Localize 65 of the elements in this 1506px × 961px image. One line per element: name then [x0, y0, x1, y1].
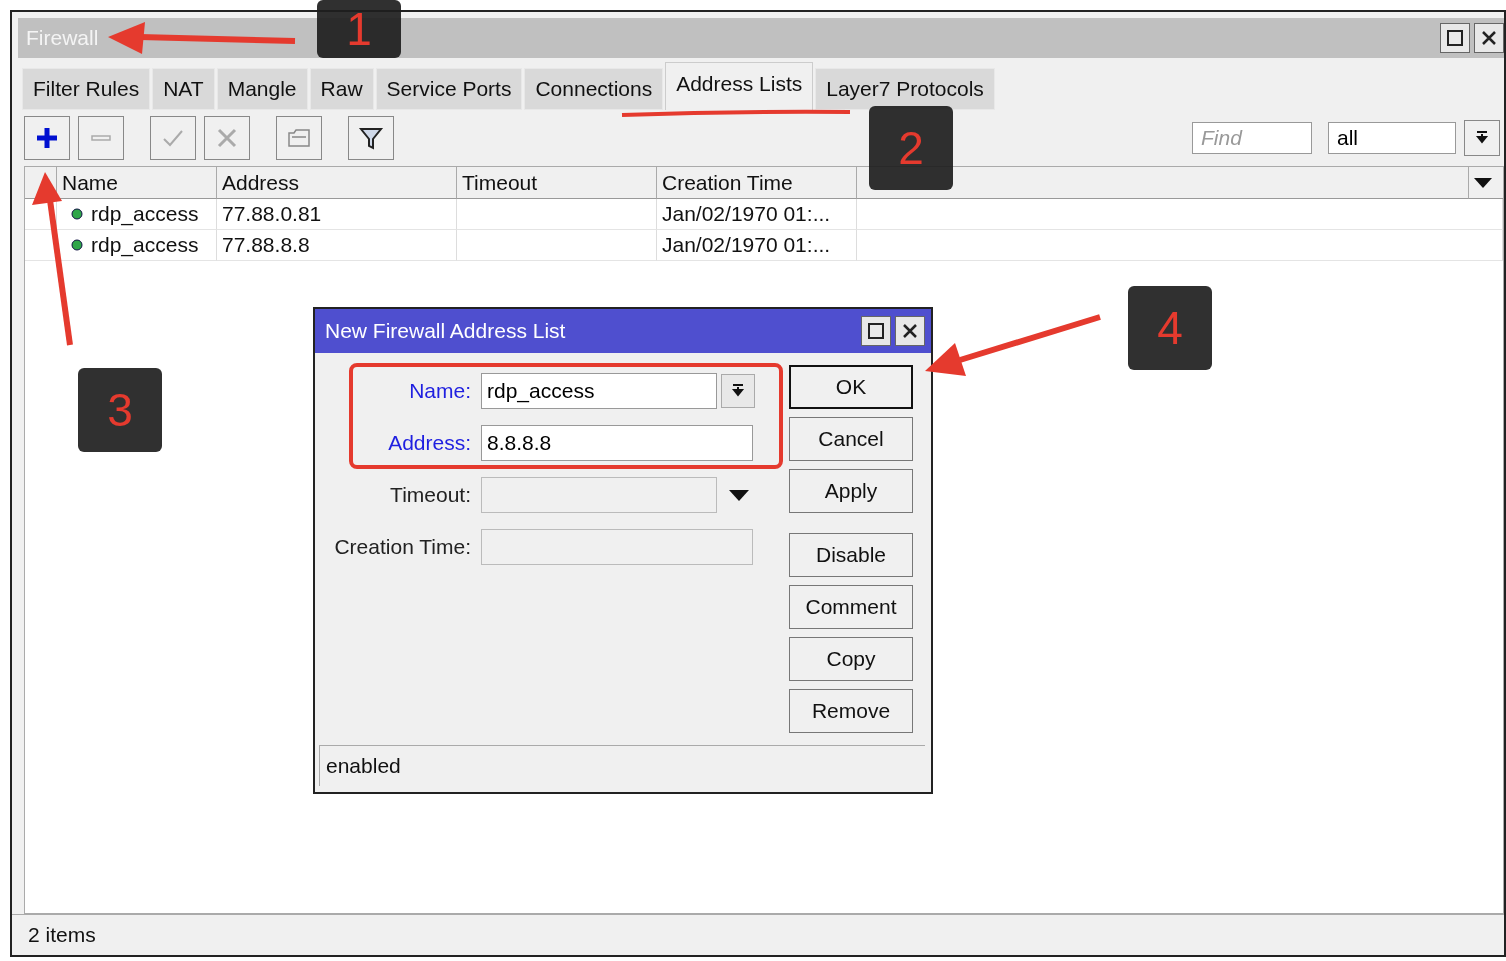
close-icon [1480, 29, 1498, 47]
close-button[interactable] [1474, 23, 1504, 53]
input-field[interactable] [481, 529, 753, 565]
table-cell: Jan/02/1970 01:... [662, 233, 831, 257]
close-button[interactable] [895, 316, 925, 346]
input-field[interactable]: 8.8.8.8 [481, 425, 753, 461]
tab[interactable]: Service Ports [375, 68, 523, 110]
maximize-icon [1446, 29, 1464, 47]
table-cell: Jan/02/1970 01:... [662, 202, 831, 226]
enable-button[interactable] [150, 116, 196, 160]
dialog-button[interactable]: Comment [789, 585, 913, 629]
dropdown-button[interactable] [1464, 120, 1500, 156]
field-label: Timeout: [389, 483, 471, 507]
tab[interactable]: Address Lists [665, 62, 814, 110]
dialog-button[interactable]: Copy [789, 637, 913, 681]
step-number: 2 [869, 106, 953, 190]
dialog-status: enabled [326, 754, 401, 778]
table-cell: rdp_access [91, 233, 199, 257]
maximize-icon [867, 322, 885, 340]
dialog-button[interactable]: Apply [789, 469, 913, 513]
field-label: Name: [408, 379, 471, 403]
status-dot-icon [71, 208, 83, 220]
close-icon [901, 322, 919, 340]
dialog-button[interactable]: Disable [789, 533, 913, 577]
find-field[interactable]: Find [1192, 122, 1312, 154]
maximize-button[interactable] [861, 316, 891, 346]
step-number: 3 [78, 368, 162, 452]
input-field[interactable] [481, 477, 717, 513]
dialog-button[interactable]: Remove [789, 689, 913, 733]
tab[interactable]: Mangle [216, 68, 308, 110]
funnel-icon [358, 125, 384, 151]
comment-button[interactable] [276, 116, 322, 160]
dialog-title: New Firewall Address List [325, 319, 566, 343]
table-cell: 77.88.0.81 [222, 202, 322, 226]
filter-button[interactable] [348, 116, 394, 160]
step-number: 4 [1128, 286, 1212, 370]
caret-icon[interactable] [1474, 177, 1492, 188]
tab[interactable]: Layer7 Protocols [815, 68, 995, 110]
field-label: Address: [387, 431, 471, 455]
down-arrow-icon [1474, 130, 1490, 146]
maximize-button[interactable] [1440, 23, 1470, 53]
down-arrow-icon [730, 383, 746, 399]
table-cell: rdp_access [91, 202, 199, 226]
dropdown-button[interactable] [721, 374, 755, 408]
dialog-button[interactable]: Cancel [789, 417, 913, 461]
item-count: 2 items [28, 923, 96, 947]
tab[interactable]: Filter Rules [22, 68, 151, 110]
step-number: 1 [317, 0, 401, 58]
name-field[interactable]: rdp_access [481, 373, 717, 409]
tab[interactable]: NAT [152, 68, 215, 110]
filter-field[interactable]: all [1328, 122, 1456, 154]
tab[interactable]: Connections [524, 68, 664, 110]
remove-button[interactable] [78, 116, 124, 160]
dialog-button[interactable]: OK [789, 365, 913, 409]
caret-icon[interactable] [729, 489, 749, 501]
add-button[interactable] [24, 116, 70, 160]
disable-button[interactable] [204, 116, 250, 160]
table-row[interactable]: rdp_access 77.88.8.8 Jan/02/1970 01:... [25, 230, 1503, 261]
tab[interactable]: Raw [309, 68, 374, 110]
table-row[interactable]: rdp_access 77.88.0.81 Jan/02/1970 01:... [25, 199, 1503, 230]
status-dot-icon [71, 239, 83, 251]
minus-icon [91, 135, 111, 141]
field-label: Creation Time: [333, 535, 471, 559]
plus-icon [34, 125, 60, 151]
table-cell: 77.88.8.8 [222, 233, 310, 257]
